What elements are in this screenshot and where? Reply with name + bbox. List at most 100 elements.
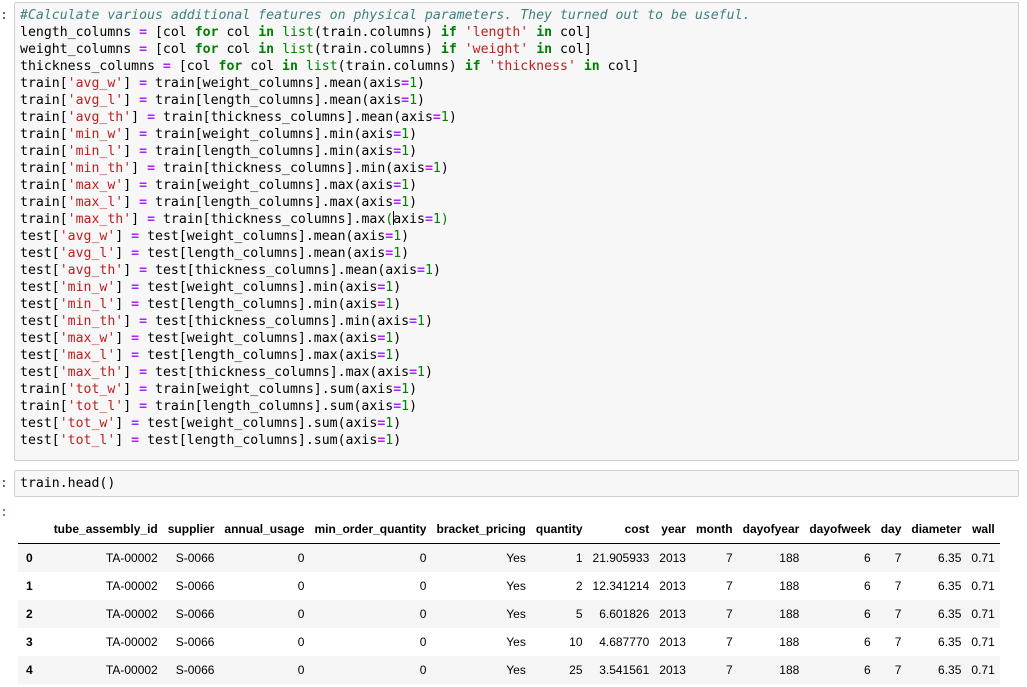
code-token: ]: [115, 331, 132, 346]
code-token: test[length_columns].sum(axis: [139, 433, 378, 448]
code-token: =: [393, 195, 402, 210]
code-token: =: [393, 382, 402, 397]
code-token: ): [440, 212, 449, 227]
code-token: ): [409, 127, 418, 142]
table-cell: 4.687770: [599, 635, 650, 649]
code-token: =: [424, 212, 433, 227]
code-token: 1: [409, 76, 418, 91]
code-token: test[length_columns].max(axis: [139, 348, 378, 363]
table-cell: 2: [575, 579, 583, 593]
table-cell: 10: [569, 635, 583, 649]
code-token: test[: [20, 331, 60, 346]
column-header: quantity: [530, 515, 588, 544]
code-token: ): [393, 348, 402, 363]
code-token: in: [258, 25, 275, 40]
code-token: train[: [20, 110, 68, 125]
cell-prompt: :: [0, 8, 8, 23]
column-header: day: [875, 515, 907, 544]
table-cell: 2013: [654, 600, 691, 628]
table-cell: 21.905933: [587, 543, 655, 572]
code-token: ]: [115, 297, 132, 312]
code-token: train[thickness_columns].max: [155, 212, 386, 227]
dataframe-table: tube_assembly_id supplier annual_usage min_…: [18, 515, 1000, 684]
code-line: test['tot_l'] = test[length_columns].sum…: [20, 432, 1013, 449]
code-cell-editor[interactable]: #Calculate various additional features o…: [14, 2, 1019, 461]
code-token: train[weight_columns].mean(axis: [147, 76, 402, 91]
code-line: test['tot_w'] = test[weight_columns].sum…: [20, 415, 1013, 432]
code-token: 'length': [464, 25, 529, 40]
code-token: 'avg_th': [59, 263, 124, 278]
column-header: dayofyear: [737, 515, 805, 544]
table-cell: 6: [804, 656, 876, 684]
code-token: in: [536, 25, 553, 40]
code-token: train[: [20, 144, 68, 159]
column-header: supplier: [162, 515, 220, 544]
code-token: =: [139, 25, 148, 40]
output-prompt: :: [0, 505, 8, 520]
code-token: test[: [20, 348, 60, 363]
table-cell: 0.71: [966, 543, 1000, 572]
code-token: 'min_th': [67, 161, 132, 176]
code-token: ): [417, 93, 425, 108]
code-token: ]: [131, 161, 148, 176]
code-token: 'min_th': [59, 314, 124, 329]
code-token: (train.columns): [337, 59, 465, 74]
table-cell: 6: [804, 600, 876, 628]
code-token: test[length_columns].min(axis: [139, 297, 378, 312]
table-cell: 7: [690, 543, 738, 572]
code-token: train[weight_columns].max(axis: [147, 178, 394, 193]
table-cell: 5: [530, 600, 588, 628]
table-cell: 188: [737, 600, 805, 628]
code-token: train[: [20, 93, 68, 108]
table-cell: 7: [875, 600, 907, 628]
code-line: length_columns = [col for col in list(tr…: [20, 24, 1013, 41]
code-token: (train.columns): [313, 42, 441, 57]
table-cell: 0: [297, 579, 305, 593]
code-token: test[: [20, 297, 60, 312]
code-token: 1: [417, 365, 425, 380]
code-token: ]: [123, 195, 140, 210]
code-line: train['max_th'] = train[thickness_column…: [20, 211, 1013, 228]
table-cell: 7: [875, 656, 907, 684]
code-token: 'avg_l': [67, 93, 124, 108]
code-token: list: [305, 59, 338, 74]
code-token: ]: [123, 76, 140, 91]
table-cell: 188: [779, 579, 800, 593]
output-area: tube_assembly_id supplier annual_usage min_…: [14, 515, 1027, 687]
code-token: in: [536, 42, 553, 57]
table-cell: 7: [875, 543, 907, 572]
code-token: test[: [20, 416, 60, 431]
code-token: train[length_columns].max(axis: [147, 195, 394, 210]
code-token: =: [139, 365, 148, 380]
code-token: test[: [20, 314, 60, 329]
code-token: =: [131, 229, 140, 244]
code-line: test['avg_w'] = test[weight_columns].mea…: [20, 228, 1013, 245]
code-token: ): [409, 178, 418, 193]
code-token: =: [131, 246, 140, 261]
code-token: train[: [20, 195, 68, 210]
code-token: 'max_l': [59, 348, 116, 363]
code-token: 1: [424, 263, 433, 278]
code-token: train[: [20, 127, 68, 142]
table-cell: 2013: [654, 543, 691, 572]
code-token: test[: [20, 280, 60, 295]
code-line: weight_columns = [col for col in list(tr…: [20, 41, 1013, 58]
code-token: ]: [115, 416, 132, 431]
table-cell: 7: [690, 600, 738, 628]
table-cell: TA-00002: [48, 543, 163, 572]
code-token: =: [139, 127, 148, 142]
code-token: =: [139, 263, 148, 278]
code-token: col]: [552, 25, 592, 40]
code-token: =: [147, 212, 156, 227]
table-cell: 0.71: [966, 600, 1000, 628]
table-cell: 6.35: [906, 543, 967, 572]
table-cell: TA-00002: [105, 635, 158, 649]
table-cell: 6.35: [906, 600, 967, 628]
code-token: axis: [393, 212, 425, 227]
column-header: diameter: [906, 515, 967, 544]
code-cell-editor[interactable]: train.head(): [14, 470, 1019, 497]
code-token: train[length_columns].mean(axis: [147, 93, 402, 108]
row-index: 0: [18, 543, 49, 572]
